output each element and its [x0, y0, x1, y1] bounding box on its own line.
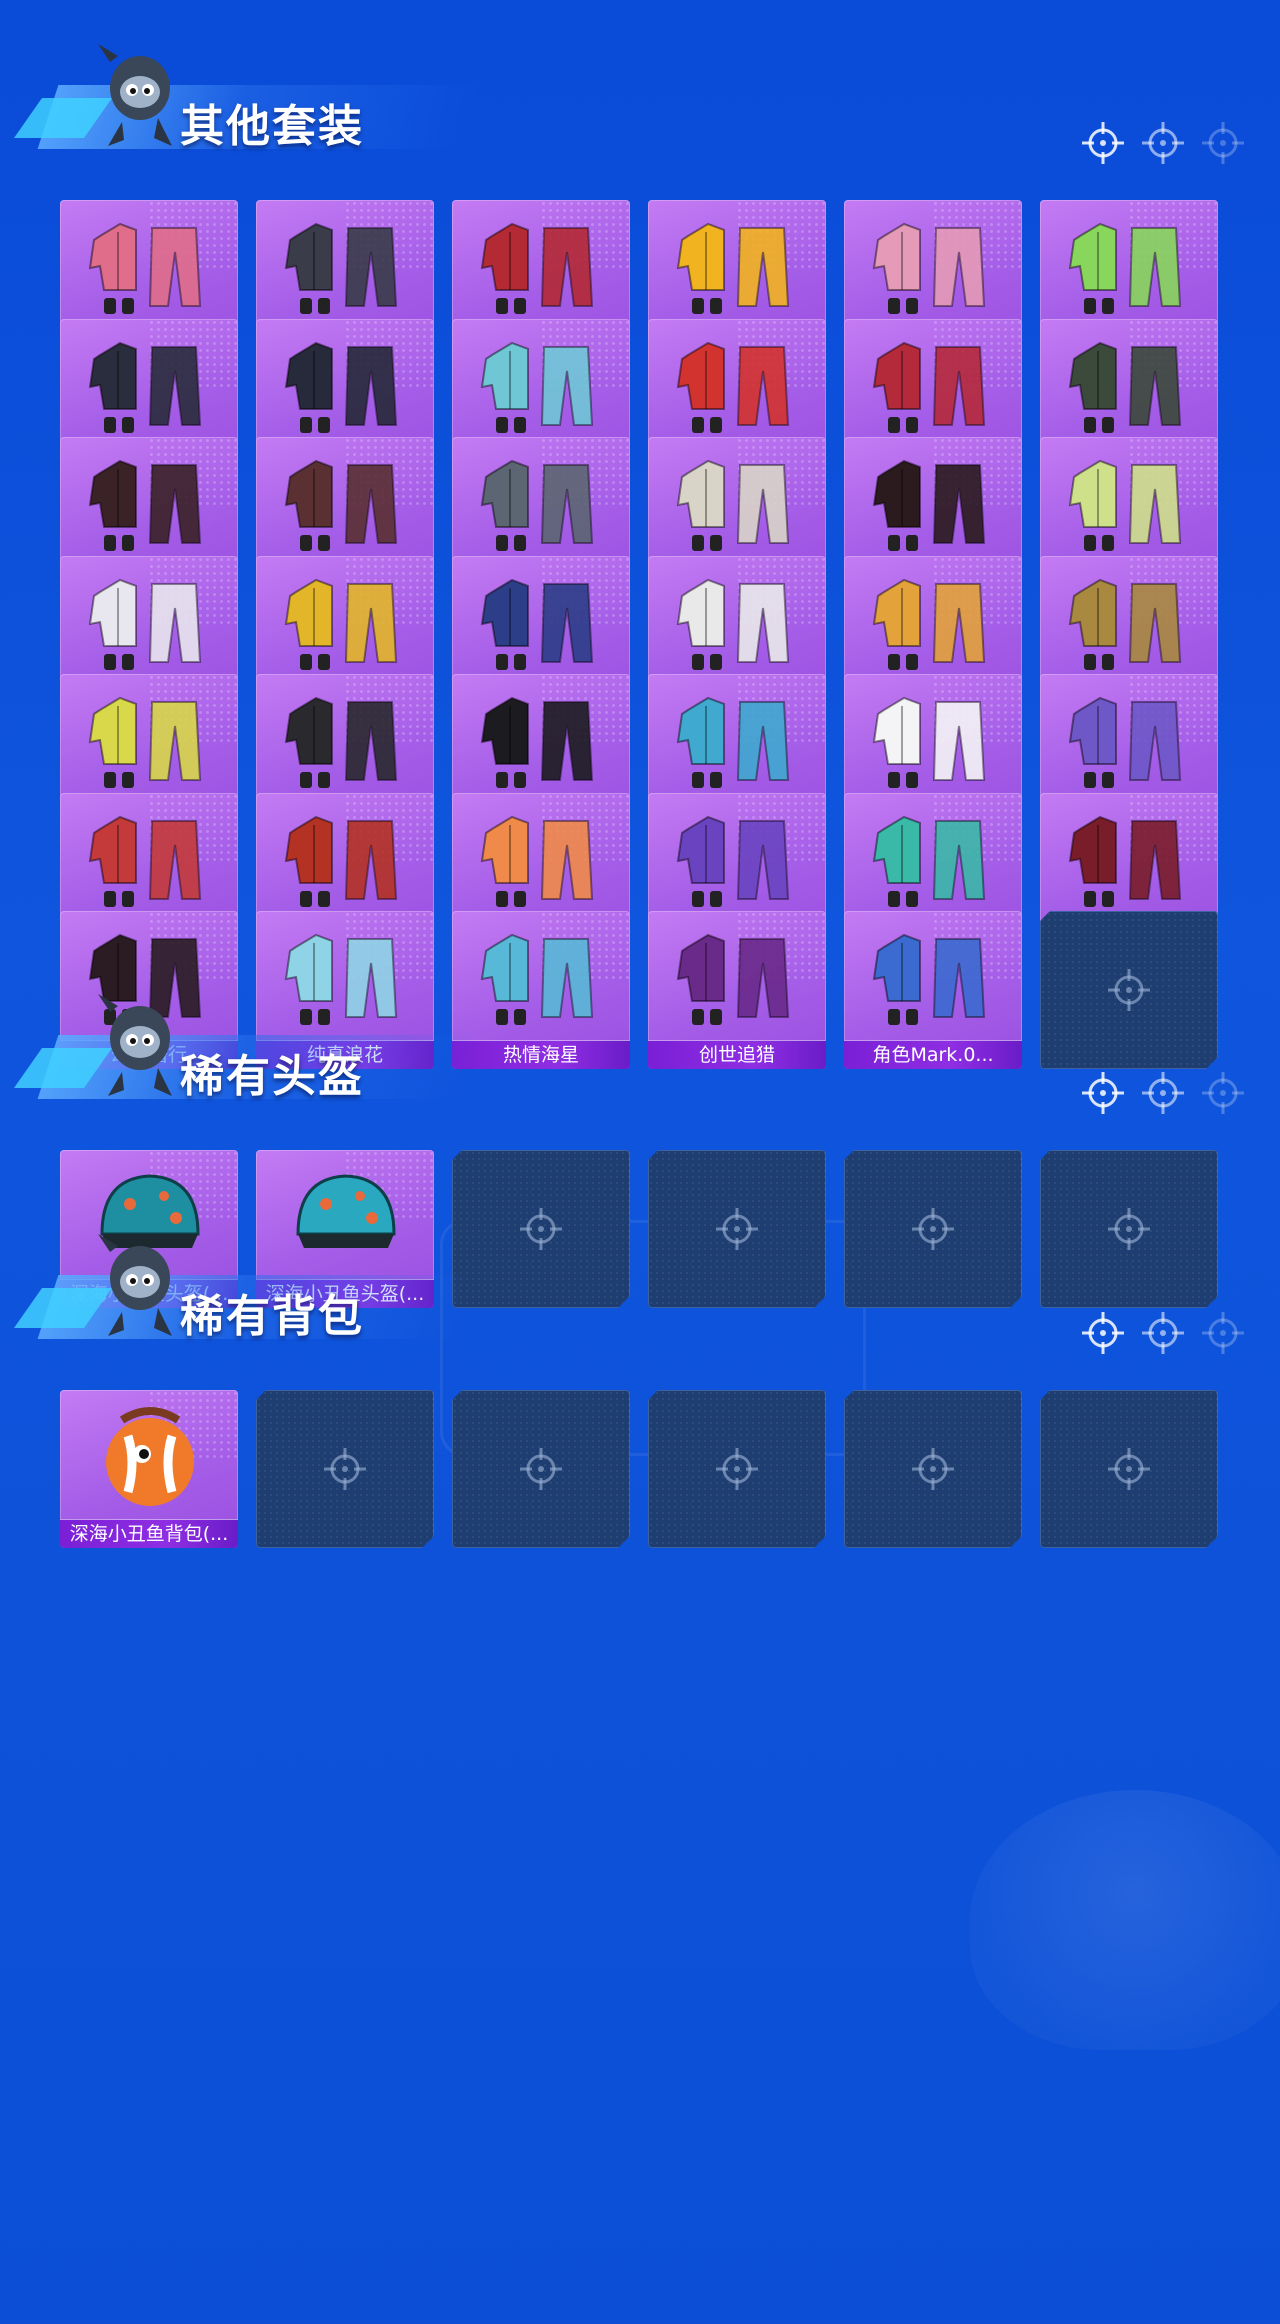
section-header: 稀有背包 [13, 1230, 479, 1360]
outfit-icon [1060, 680, 1198, 798]
outfit-icon [276, 680, 414, 798]
background-parachute-decoration [970, 1790, 1280, 2050]
outfit-icon [472, 206, 610, 324]
outfit-icon [276, 325, 414, 443]
crosshair-icon [518, 1206, 564, 1252]
section-header: 稀有头盔 [13, 990, 479, 1120]
crosshair-icon [1200, 120, 1246, 166]
empty-slot [452, 1390, 630, 1548]
outfit-icon [1060, 443, 1198, 561]
section-header: 其他套装 [13, 40, 479, 170]
outfit-icon [80, 562, 218, 680]
outfit-icon [668, 680, 806, 798]
outfit-icon [668, 443, 806, 561]
empty-slot [256, 1390, 434, 1548]
crosshair-icon [1080, 1310, 1126, 1356]
outfit-icon [472, 325, 610, 443]
crosshair-icon [1200, 1070, 1246, 1116]
crosshair-icon [518, 1446, 564, 1492]
section-title: 稀有背包 [180, 1291, 364, 1342]
item-label: 创世追猎 [648, 1040, 826, 1069]
outfit-icon [668, 325, 806, 443]
outfit-icon [276, 799, 414, 917]
crosshair-icon [1140, 120, 1186, 166]
crosshair-icon [1200, 1310, 1246, 1356]
item-card[interactable]: 深海小丑鱼背包(... [60, 1390, 238, 1548]
outfit-icon [276, 206, 414, 324]
crosshair-icon [1106, 967, 1152, 1013]
crosshair-icon [714, 1446, 760, 1492]
crosshair-icon [1106, 1446, 1152, 1492]
outfit-icon [668, 206, 806, 324]
decorative-crosshairs [1080, 1310, 1250, 1360]
outfit-icon [668, 562, 806, 680]
outfit-icon [276, 443, 414, 561]
crosshair-icon [714, 1206, 760, 1252]
mascot-icon [88, 42, 184, 152]
item-card[interactable]: 创世追猎 [648, 911, 826, 1069]
crosshair-icon [1140, 1070, 1186, 1116]
outfit-icon [864, 443, 1002, 561]
outfit-icon [472, 562, 610, 680]
mascot-icon [88, 1232, 184, 1342]
outfit-icon [472, 680, 610, 798]
outfit-icon [1060, 562, 1198, 680]
crosshair-icon [1080, 120, 1126, 166]
empty-slot [844, 1150, 1022, 1308]
item-label: 深海小丑鱼背包(... [60, 1519, 238, 1548]
empty-slot [648, 1150, 826, 1308]
empty-slot [452, 1150, 630, 1308]
empty-slot [648, 1390, 826, 1548]
outfit-icon [864, 325, 1002, 443]
outfit-icon [80, 799, 218, 917]
crosshair-icon [1080, 1070, 1126, 1116]
outfit-icon [864, 206, 1002, 324]
section-title: 其他套装 [180, 101, 364, 152]
outfit-icon [864, 799, 1002, 917]
outfit-icon [80, 206, 218, 324]
item-card[interactable]: 热情海星 [452, 911, 630, 1069]
crosshair-icon [1140, 1310, 1186, 1356]
outfit-icon [1060, 206, 1198, 324]
outfit-icon [864, 680, 1002, 798]
crosshair-icon [1106, 1206, 1152, 1252]
crosshair-icon [322, 1446, 368, 1492]
empty-slot [1040, 911, 1218, 1069]
section-title: 稀有头盔 [180, 1051, 364, 1102]
crosshair-icon [910, 1446, 956, 1492]
outfit-icon [668, 917, 806, 1035]
backpack-icon [80, 1396, 218, 1514]
outfit-icon [472, 799, 610, 917]
outfit-icon [472, 917, 610, 1035]
item-label: 热情海星 [452, 1040, 630, 1069]
outfit-icon [1060, 325, 1198, 443]
mascot-icon [88, 992, 184, 1102]
empty-slot [844, 1390, 1022, 1548]
outfit-icon [668, 799, 806, 917]
decorative-crosshairs [1080, 120, 1250, 170]
outfit-icon [1060, 799, 1198, 917]
outfit-icon [80, 325, 218, 443]
outfit-icon [80, 680, 218, 798]
outfit-icon [276, 562, 414, 680]
outfit-icon [864, 917, 1002, 1035]
item-label: 角色Mark.0... [844, 1040, 1022, 1069]
decorative-crosshairs [1080, 1070, 1250, 1120]
outfit-icon [864, 562, 1002, 680]
crosshair-icon [910, 1206, 956, 1252]
outfit-icon [472, 443, 610, 561]
outfit-icon [80, 443, 218, 561]
empty-slot [1040, 1150, 1218, 1308]
empty-slot [1040, 1390, 1218, 1548]
item-card[interactable]: 角色Mark.0... [844, 911, 1022, 1069]
